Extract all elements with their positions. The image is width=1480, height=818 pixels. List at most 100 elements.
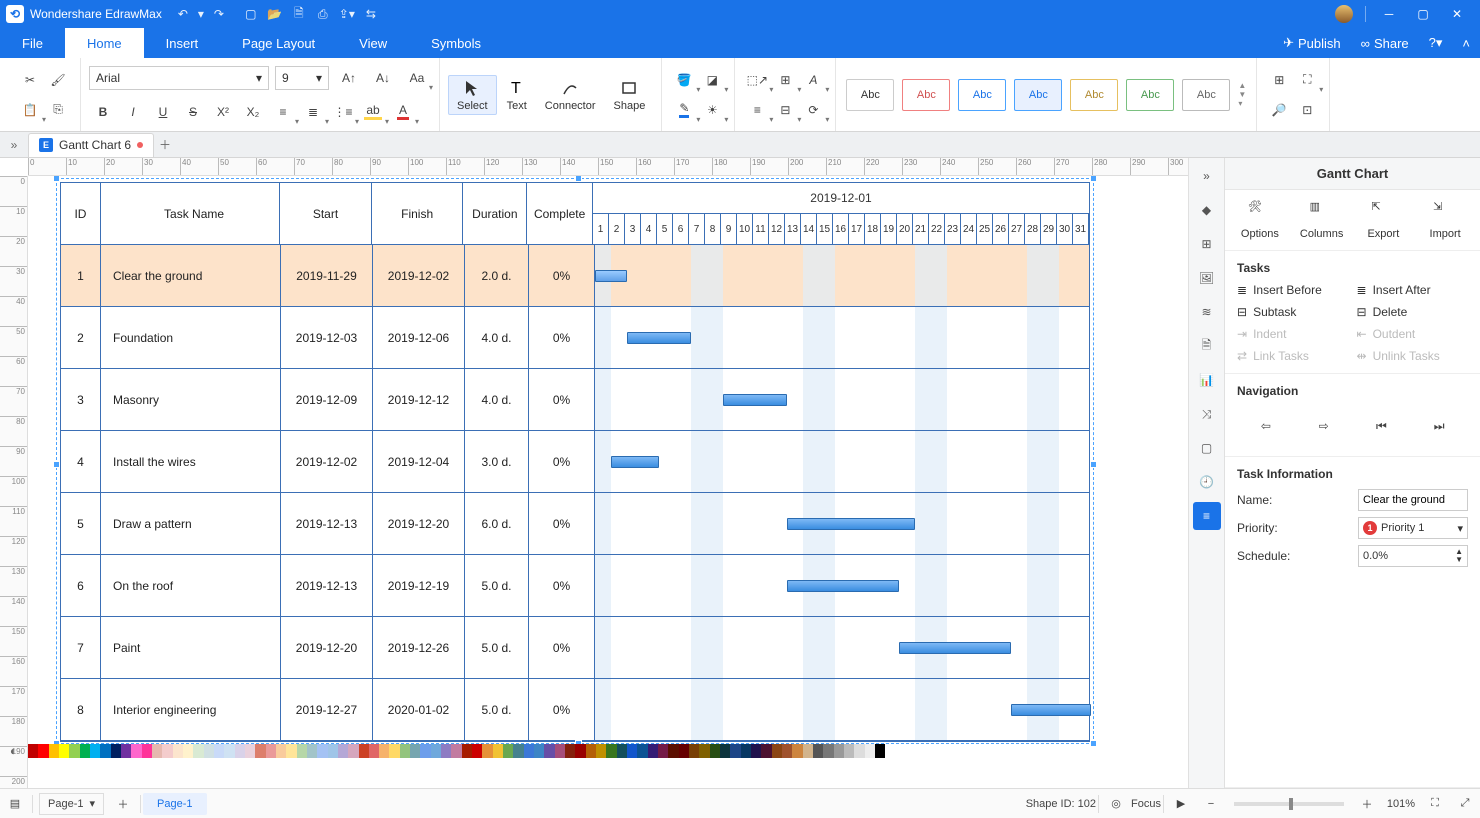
shadow-button[interactable]: ◪: [698, 66, 726, 94]
publish-button[interactable]: ✈Publish: [1273, 28, 1351, 58]
outline-view-button[interactable]: ▤: [0, 789, 30, 818]
gantt-panel-icon[interactable]: ≡: [1193, 502, 1221, 530]
color-swatch[interactable]: [90, 744, 100, 758]
link-tasks-button[interactable]: ⇄ Link Tasks: [1237, 349, 1349, 363]
color-swatch[interactable]: [183, 744, 193, 758]
gantt-bar[interactable]: [787, 580, 899, 592]
doc-tabs-scroll[interactable]: »: [0, 138, 28, 152]
color-swatch[interactable]: [379, 744, 389, 758]
outdent-button[interactable]: ⇤ Outdent: [1357, 327, 1469, 341]
export-qat-button[interactable]: ⇪▾: [336, 3, 358, 25]
color-swatch[interactable]: [772, 744, 782, 758]
menu-insert[interactable]: Insert: [144, 28, 221, 58]
color-swatch[interactable]: [297, 744, 307, 758]
selection-pane-button[interactable]: ⊡: [1293, 96, 1321, 124]
styles-more[interactable]: ▾: [1238, 99, 1246, 108]
symbol-lib-button[interactable]: ⊞: [1265, 66, 1293, 94]
color-swatch[interactable]: [741, 744, 751, 758]
gantt-row[interactable]: 2Foundation2019-12-032019-12-064.0 d.0%: [61, 307, 1089, 369]
undo-button[interactable]: ↶: [172, 3, 194, 25]
shuffle-icon[interactable]: ⤨: [1193, 400, 1221, 428]
color-swatch[interactable]: [121, 744, 131, 758]
highlight-button[interactable]: ab: [359, 98, 387, 126]
color-swatch[interactable]: [131, 744, 141, 758]
gantt-row[interactable]: 3Masonry2019-12-092019-12-124.0 d.0%: [61, 369, 1089, 431]
zoom-level[interactable]: 101%: [1382, 798, 1420, 810]
nav-last[interactable]: ⏭: [1423, 412, 1455, 440]
canvas[interactable]: IDTask NameStartFinishDurationComplete20…: [28, 176, 1188, 770]
rotate-button[interactable]: ⟳: [799, 96, 827, 124]
style-preset-4[interactable]: Abc: [1014, 79, 1062, 111]
color-swatch[interactable]: [482, 744, 492, 758]
color-swatch[interactable]: [575, 744, 585, 758]
indent-button[interactable]: ⇥ Indent: [1237, 327, 1349, 341]
italic-button[interactable]: I: [119, 98, 147, 126]
color-swatch[interactable]: [214, 744, 224, 758]
undo-dropdown[interactable]: ▾: [196, 3, 206, 25]
color-swatch[interactable]: [317, 744, 327, 758]
style-preset-1[interactable]: Abc: [846, 79, 894, 111]
superscript-button[interactable]: X²: [209, 98, 237, 126]
nav-first[interactable]: ⏮: [1365, 412, 1397, 440]
connector-tool[interactable]: Connector: [537, 76, 604, 114]
gantt-bar[interactable]: [611, 456, 659, 468]
color-swatch[interactable]: [69, 744, 79, 758]
delete-task-button[interactable]: ⊟ Delete: [1357, 305, 1469, 319]
text-direction[interactable]: A: [799, 66, 827, 94]
subscript-button[interactable]: X₂: [239, 98, 267, 126]
strike-button[interactable]: S: [179, 98, 207, 126]
color-swatch[interactable]: [637, 744, 647, 758]
color-swatch[interactable]: [204, 744, 214, 758]
format-painter[interactable]: 🖌: [44, 66, 72, 94]
window-close[interactable]: ✕: [1440, 0, 1474, 28]
columns-button[interactable]: ▥Columns: [1294, 200, 1350, 240]
user-avatar[interactable]: [1335, 5, 1353, 23]
nav-next[interactable]: ⇨: [1308, 412, 1340, 440]
color-swatch[interactable]: [503, 744, 513, 758]
text-tool[interactable]: TText: [499, 76, 535, 114]
color-swatch[interactable]: [524, 744, 534, 758]
color-swatch[interactable]: [689, 744, 699, 758]
menu-home[interactable]: Home: [65, 28, 144, 58]
priority-select[interactable]: 1Priority 1▾: [1358, 517, 1468, 539]
styles-down[interactable]: ▼: [1238, 90, 1246, 99]
copy-button[interactable]: ⎘: [44, 96, 72, 124]
color-swatch[interactable]: [699, 744, 709, 758]
color-swatch[interactable]: [441, 744, 451, 758]
color-swatch[interactable]: [100, 744, 110, 758]
import-button[interactable]: ⇲Import: [1417, 200, 1473, 240]
add-page-button[interactable]: ＋: [108, 789, 138, 818]
gantt-row[interactable]: 8Interior engineering2019-12-272020-01-0…: [61, 679, 1089, 741]
symbols-panel-icon[interactable]: ⊞: [1193, 230, 1221, 258]
presentation-icon[interactable]: ▢: [1193, 434, 1221, 462]
styles-up[interactable]: ▲: [1238, 81, 1246, 90]
color-swatch[interactable]: [420, 744, 430, 758]
color-swatch[interactable]: [710, 744, 720, 758]
gantt-bar[interactable]: [1011, 704, 1091, 716]
focus-icon[interactable]: ◎: [1101, 789, 1131, 818]
color-swatch[interactable]: [80, 744, 90, 758]
panel-toggle[interactable]: »: [1193, 162, 1221, 190]
color-swatch[interactable]: [28, 744, 38, 758]
color-swatch[interactable]: [627, 744, 637, 758]
color-swatch[interactable]: [224, 744, 234, 758]
font-family-select[interactable]: Arial▾: [89, 66, 269, 90]
style-preset-2[interactable]: Abc: [902, 79, 950, 111]
increase-font[interactable]: A↑: [335, 64, 363, 92]
zoom-in[interactable]: ＋: [1352, 789, 1382, 818]
color-swatch[interactable]: [152, 744, 162, 758]
decrease-font[interactable]: A↓: [369, 64, 397, 92]
style-preset-3[interactable]: Abc: [958, 79, 1006, 111]
color-swatch[interactable]: [245, 744, 255, 758]
color-swatch[interactable]: [679, 744, 689, 758]
color-swatch[interactable]: [173, 744, 183, 758]
color-swatch[interactable]: [472, 744, 482, 758]
color-swatch[interactable]: [410, 744, 420, 758]
color-swatch[interactable]: [865, 744, 875, 758]
color-swatch[interactable]: [111, 744, 121, 758]
add-doc-tab[interactable]: ＋: [154, 136, 176, 153]
color-swatch[interactable]: [451, 744, 461, 758]
color-swatch[interactable]: [823, 744, 833, 758]
gantt-row[interactable]: 4Install the wires2019-12-022019-12-043.…: [61, 431, 1089, 493]
align-button[interactable]: ≡: [743, 96, 771, 124]
